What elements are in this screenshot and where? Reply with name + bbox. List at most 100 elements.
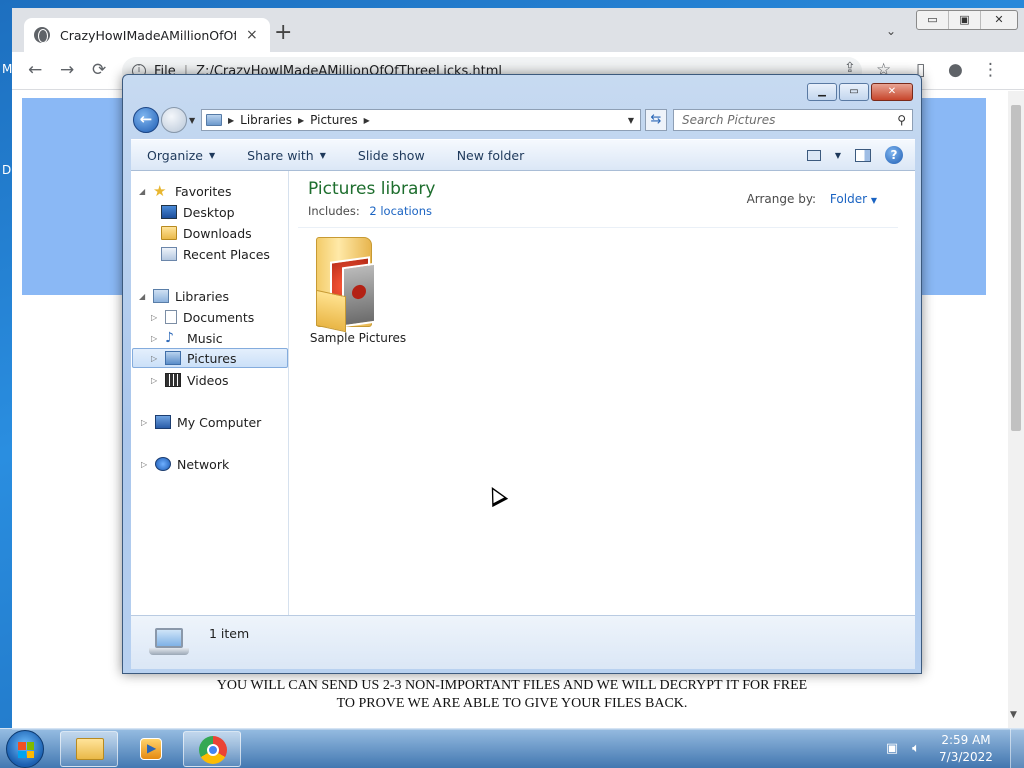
collapsed-chevron-icon[interactable]: ▷: [151, 376, 159, 385]
expanded-chevron-icon[interactable]: ◢: [139, 292, 147, 301]
documents-icon: [165, 310, 177, 324]
tree-item-my-computer[interactable]: ▷ My Computer: [141, 412, 261, 432]
breadcrumb-chevron-icon[interactable]: ▶: [298, 116, 304, 125]
list-item[interactable]: Sample Pictures: [308, 235, 408, 351]
tree-item-downloads[interactable]: Downloads: [161, 223, 252, 243]
library-title: Pictures library: [308, 179, 436, 199]
chevron-down-icon: ▼: [319, 150, 326, 160]
address-dropdown-icon[interactable]: ▼: [628, 116, 634, 125]
explorer-maximize-button[interactable]: ▭: [839, 83, 869, 101]
explorer-folder-icon: [76, 738, 104, 760]
folder-front-icon: [316, 289, 346, 333]
video-film-icon: [165, 373, 181, 387]
preview-pane-icon[interactable]: [855, 148, 871, 162]
arrange-by-dropdown[interactable]: Folder ▼: [830, 192, 877, 206]
collapsed-chevron-icon[interactable]: ▷: [151, 354, 159, 363]
chrome-close-button[interactable]: ✕: [981, 11, 1017, 29]
new-folder-label: New folder: [456, 147, 525, 163]
page-scrollbar-thumb[interactable]: [1011, 105, 1021, 431]
start-button[interactable]: [6, 730, 44, 768]
arrange-by-label: Arrange by:: [746, 192, 817, 206]
tree-label: Desktop: [183, 204, 235, 220]
volume-icon[interactable]: 🔈︎: [908, 741, 924, 757]
tab-close-icon[interactable]: ×: [246, 27, 258, 43]
page-scrollbar[interactable]: ▼: [1008, 91, 1024, 730]
chrome-window-controls: ▭ ▣ ✕: [916, 10, 1018, 30]
organize-menu-button[interactable]: Organize ▼: [131, 148, 231, 163]
tree-item-libraries[interactable]: ◢ Libraries: [139, 286, 229, 306]
details-pane: 1 item: [131, 615, 915, 669]
back-button[interactable]: ←: [133, 107, 159, 133]
tree-item-music[interactable]: ▷ ♪ Music: [151, 328, 223, 348]
tree-item-desktop[interactable]: Desktop: [161, 202, 235, 222]
locations-link[interactable]: 2 locations: [369, 204, 432, 218]
desktop-edge-text-m: M: [2, 62, 13, 76]
new-tab-button[interactable]: +: [274, 22, 292, 44]
tree-item-pictures[interactable]: ▷ Pictures: [132, 348, 288, 368]
recent-places-icon: [161, 247, 177, 261]
view-options-chevron-icon[interactable]: ▼: [835, 151, 841, 160]
taskbar-explorer-button[interactable]: [60, 731, 118, 767]
tree-item-recent-places[interactable]: Recent Places: [161, 244, 270, 264]
tree-item-videos[interactable]: ▷ Videos: [151, 370, 229, 390]
chrome-tab[interactable]: CrazyHowIMadeAMillionOfOfThreeLicks.html…: [24, 18, 270, 52]
folder-name: Sample Pictures: [309, 331, 407, 345]
tree-item-favorites[interactable]: ◢ ★ Favorites: [139, 181, 231, 201]
collapsed-chevron-icon[interactable]: ▷: [141, 460, 149, 469]
show-desktop-button[interactable]: [1010, 729, 1024, 768]
clock-time: 2:59 AM: [941, 733, 991, 747]
item-count: 1 item: [209, 626, 250, 641]
collapsed-chevron-icon[interactable]: ▷: [141, 418, 149, 427]
chrome-maximize-button[interactable]: ▣: [949, 11, 981, 29]
profile-avatar-icon[interactable]: ●: [948, 60, 963, 80]
tree-label: Videos: [187, 372, 229, 388]
reload-icon[interactable]: ⟳: [92, 60, 106, 80]
command-bar-right-tools: ▼ ?: [806, 140, 915, 170]
forward-arrow-icon[interactable]: →: [60, 60, 74, 80]
breadcrumb-chevron-icon[interactable]: ▶: [364, 116, 370, 125]
network-tray-icon[interactable]: ▣: [884, 741, 900, 757]
tree-label: Music: [187, 330, 223, 346]
new-folder-button[interactable]: New folder: [441, 148, 541, 163]
tree-item-network[interactable]: ▷ Network: [141, 454, 229, 474]
pictures-icon: [165, 351, 181, 365]
tree-label: Recent Places: [183, 246, 270, 262]
desktop-icon: [161, 205, 177, 219]
recent-pages-chevron-icon[interactable]: ▼: [189, 116, 195, 125]
tree-item-documents[interactable]: ▷ Documents: [151, 307, 254, 327]
collapsed-chevron-icon[interactable]: ▷: [151, 334, 159, 343]
explorer-minimize-button[interactable]: ▁: [807, 83, 837, 101]
breadcrumb-address-bar[interactable]: ▶ Libraries ▶ Pictures ▶ ▼: [201, 109, 641, 131]
share-with-menu-button[interactable]: Share with ▼: [231, 148, 342, 163]
slide-show-label: Slide show: [357, 147, 425, 163]
ransom-note-text: YOU WILL CAN SEND US 2-3 NON-IMPORTANT F…: [216, 678, 808, 711]
change-view-icon[interactable]: [806, 149, 821, 161]
chrome-minimize-button[interactable]: ▭: [917, 11, 949, 29]
breadcrumb-pictures[interactable]: Pictures: [310, 113, 358, 127]
help-icon[interactable]: ?: [885, 146, 903, 164]
scroll-down-arrow-icon[interactable]: ▼: [1010, 710, 1017, 720]
libraries-icon: [153, 289, 169, 303]
clock[interactable]: 2:59 AM 7/3/2022: [932, 732, 1000, 766]
search-placeholder: Search Pictures: [682, 113, 776, 127]
taskbar-media-player-button[interactable]: [121, 731, 179, 767]
search-input[interactable]: Search Pictures ⚲: [673, 109, 913, 131]
refresh-icon[interactable]: ⇆: [645, 109, 667, 131]
explorer-close-button[interactable]: ✕: [871, 83, 913, 101]
forward-button[interactable]: [161, 107, 187, 133]
taskbar-chrome-button[interactable]: [183, 731, 241, 767]
back-arrow-icon[interactable]: ←: [28, 60, 42, 80]
chevron-down-icon: ▼: [870, 196, 877, 205]
search-icon[interactable]: ⚲: [897, 113, 906, 127]
tree-label: Pictures: [187, 350, 237, 366]
tab-search-icon[interactable]: ⌄: [886, 24, 896, 38]
breadcrumb-chevron-icon[interactable]: ▶: [228, 116, 234, 125]
chrome-menu-icon[interactable]: ⋮: [982, 60, 999, 80]
breadcrumb-libraries[interactable]: Libraries: [240, 113, 292, 127]
pictures-folder-icon: [206, 114, 222, 126]
slide-show-button[interactable]: Slide show: [342, 148, 441, 163]
downloads-folder-icon: [161, 226, 177, 240]
expanded-chevron-icon[interactable]: ◢: [139, 187, 147, 196]
collapsed-chevron-icon[interactable]: ▷: [151, 313, 159, 322]
computer-icon: [155, 415, 171, 429]
